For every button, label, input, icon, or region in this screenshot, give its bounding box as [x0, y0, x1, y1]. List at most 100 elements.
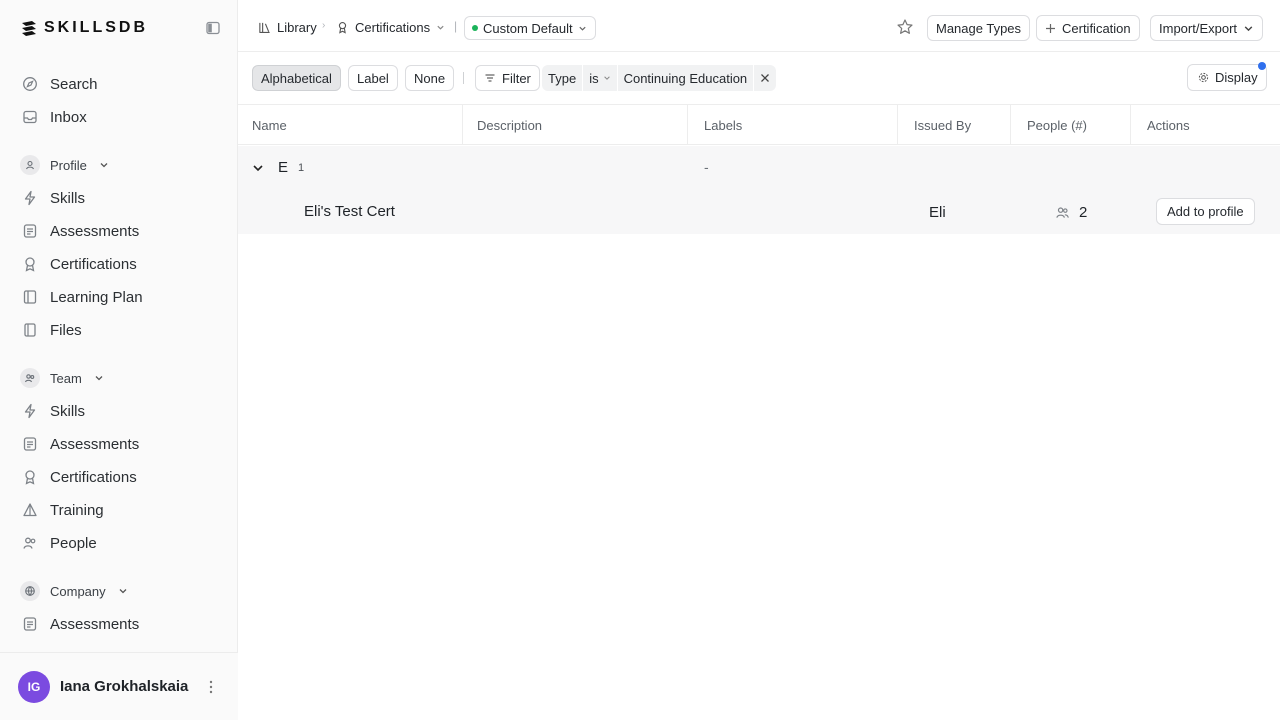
section-label: Team	[50, 370, 82, 386]
manage-types-button[interactable]: Manage Types	[927, 15, 1031, 41]
filter-field[interactable]: Type	[542, 65, 582, 91]
sidebar-item-profile-certifications[interactable]: Certifications	[12, 249, 226, 279]
section-company[interactable]: Company	[12, 577, 128, 605]
column-header-actions: Actions	[1130, 105, 1280, 145]
import-export-button[interactable]: Import/Export	[1150, 15, 1264, 41]
chevron-down-icon	[119, 589, 127, 594]
people-icon	[1056, 207, 1069, 218]
main-content: Library › Certifications | Custom Defaul…	[238, 0, 1280, 720]
section-profile[interactable]: Profile	[12, 151, 109, 179]
group-alphabetical-chip[interactable]: Alphabetical	[252, 65, 341, 91]
group-none-chip[interactable]: None	[405, 65, 455, 91]
clipboard-icon	[23, 617, 37, 631]
view-selector[interactable]: Custom Default	[464, 16, 596, 40]
remove-filter-button[interactable]	[753, 65, 776, 91]
people-icon	[23, 537, 36, 549]
column-header-description[interactable]: Description	[462, 105, 687, 145]
sidebar-item-team-training[interactable]: Training	[12, 495, 226, 525]
sidebar-item-team-people[interactable]: People	[12, 528, 226, 558]
more-vertical-icon[interactable]	[204, 679, 218, 695]
user-name: Iana Grokhalskaia	[60, 678, 189, 695]
chip-label: Filter	[502, 70, 531, 86]
clipboard-icon	[23, 437, 37, 451]
team-icon	[20, 368, 40, 388]
display-button[interactable]: Display	[1187, 64, 1267, 91]
breadcrumb-label: Library	[277, 19, 317, 35]
filter-button[interactable]: Filter	[475, 65, 540, 91]
section-team[interactable]: Team	[12, 364, 104, 392]
sidebar-item-team-assessments[interactable]: Assessments	[12, 429, 226, 459]
inbox-icon	[23, 110, 37, 124]
group-row[interactable]: E 1 -	[238, 146, 1280, 190]
view-name: Custom Default	[483, 20, 573, 36]
column-header-labels[interactable]: Labels	[687, 105, 897, 145]
gear-icon	[1198, 72, 1209, 83]
brand[interactable]: SKILLSDB	[20, 18, 148, 38]
column-header-name[interactable]: Name	[238, 105, 462, 145]
sidebar-item-company-assessments[interactable]: Assessments	[12, 609, 226, 639]
bolt-icon	[24, 190, 36, 206]
brand-name: SKILLSDB	[44, 19, 148, 36]
sidebar-item-label: Learning Plan	[50, 288, 143, 306]
filter-icon	[485, 74, 495, 82]
divider	[463, 72, 464, 84]
compass-icon	[23, 77, 37, 91]
sidebar-item-profile-skills[interactable]: Skills	[12, 183, 226, 213]
award-icon	[25, 470, 35, 485]
column-header-issued-by[interactable]: Issued By	[897, 105, 1010, 145]
library-icon	[259, 22, 270, 33]
add-to-profile-button[interactable]: Add to profile	[1156, 198, 1255, 225]
filter-bar: Alphabetical Label None Filter Type is C…	[238, 52, 1280, 105]
sidebar-item-team-certifications[interactable]: Certifications	[12, 462, 226, 492]
user-profile[interactable]: IG Iana Grokhalskaia	[0, 652, 238, 720]
sidebar-item-team-skills[interactable]: Skills	[12, 396, 226, 426]
sidebar-item-label: Skills	[50, 189, 86, 207]
sidebar-item-label: Certifications	[50, 255, 137, 273]
filter-operator-label: is	[589, 70, 599, 86]
sidebar-item-label: Certifications	[50, 468, 137, 486]
table-row[interactable]: Eli's Test Cert Eli 2 Add to profile	[238, 190, 1280, 234]
breadcrumb-certifications[interactable]: Certifications	[336, 17, 445, 37]
status-dot	[472, 25, 478, 31]
award-icon	[338, 21, 347, 34]
group-label-chip[interactable]: Label	[348, 65, 398, 91]
sidebar-item-profile-assessments[interactable]: Assessments	[12, 216, 226, 246]
breadcrumb-library[interactable]: Library	[258, 17, 317, 37]
sidebar-item-label: Assessments	[50, 435, 140, 453]
button-label: Certification	[1062, 20, 1131, 36]
filter-value[interactable]: Continuing Education	[616, 65, 754, 91]
filter-operator[interactable]: is	[582, 65, 616, 91]
chevron-down-icon	[578, 26, 586, 31]
sidebar-collapse-icon[interactable]	[205, 20, 221, 36]
chevron-down-icon	[437, 25, 444, 30]
sidebar-item-search[interactable]: Search	[12, 69, 226, 99]
table-header: Name Description Labels Issued By People…	[238, 105, 1280, 145]
skillsdb-logo-icon	[22, 21, 36, 36]
file-icon	[24, 323, 36, 337]
training-icon	[23, 503, 37, 517]
group-letter: E	[278, 159, 289, 176]
sidebar-item-inbox[interactable]: Inbox	[12, 102, 226, 132]
sidebar-item-profile-files[interactable]: Files	[12, 315, 226, 345]
sidebar-item-label: Inbox	[50, 108, 87, 126]
user-circle-icon	[20, 155, 40, 175]
group-labels-placeholder: -	[704, 159, 709, 175]
column-header-people[interactable]: People (#)	[1010, 105, 1130, 145]
sidebar-item-label: Skills	[50, 402, 86, 420]
sidebar-item-profile-learning-plan[interactable]: Learning Plan	[12, 282, 226, 312]
award-icon	[25, 257, 35, 272]
star-icon[interactable]	[896, 18, 914, 36]
section-label: Company	[50, 583, 106, 599]
button-label: Display	[1215, 70, 1258, 85]
chevron-down-icon[interactable]	[252, 162, 264, 174]
chip-label: Alphabetical	[261, 70, 332, 86]
clipboard-icon	[23, 224, 37, 238]
add-certification-button[interactable]: Certification	[1036, 15, 1140, 41]
certification-name[interactable]: Eli's Test Cert	[304, 203, 395, 220]
group-count: 1	[298, 162, 305, 174]
sidebar-item-label: Files	[50, 321, 82, 339]
breadcrumb-separator-icon: ›	[322, 20, 326, 31]
bolt-icon	[24, 403, 36, 419]
people-count: 2	[1079, 204, 1088, 221]
button-label: Manage Types	[936, 20, 1022, 36]
